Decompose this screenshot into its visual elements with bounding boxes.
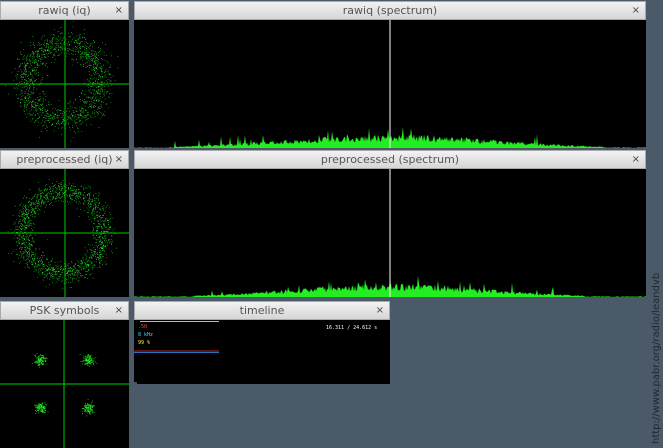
timeline-label-yellow: 99 %	[138, 340, 151, 346]
preprocessed-spectrum-titlebar[interactable]: preprocessed (spectrum) ×	[134, 150, 646, 169]
iq-constellation-plot	[0, 20, 129, 148]
timeline-label-red: .50	[138, 324, 148, 330]
timeline-titlebar[interactable]: timeline ×	[134, 301, 390, 320]
preprocessed-spectrum-window: preprocessed (spectrum) ×	[134, 150, 646, 297]
window-title: preprocessed (spectrum)	[320, 153, 460, 166]
rawiq-iq-titlebar[interactable]: rawiq (iq) ×	[0, 1, 129, 20]
rawiq-spectrum-window: rawiq (spectrum) ×	[134, 1, 646, 148]
timeline-window: timeline × 16.311 / 24.612 s .50 8 kHz 9…	[134, 301, 390, 384]
close-icon[interactable]: ×	[632, 2, 640, 19]
close-icon[interactable]: ×	[376, 302, 384, 319]
window-title: timeline	[239, 304, 285, 317]
timeline-plot: 16.311 / 24.612 s .50 8 kHz 99 %	[134, 320, 390, 384]
rawiq-spectrum-titlebar[interactable]: rawiq (spectrum) ×	[134, 1, 646, 20]
close-icon[interactable]: ×	[115, 151, 123, 168]
spectrum-plot	[134, 169, 646, 297]
close-icon[interactable]: ×	[115, 302, 123, 319]
watermark-url: http://www.pabr.org/radio/leandvb	[651, 272, 662, 444]
psk-symbols-window: PSK symbols ×	[0, 301, 129, 448]
iq-constellation-plot	[0, 169, 129, 297]
psk-symbol-clusters	[31, 353, 98, 417]
time-readout: 16.311 / 24.612 s	[326, 325, 378, 331]
window-title: PSK symbols	[29, 304, 100, 317]
rawiq-iq-window: rawiq (iq) ×	[0, 1, 129, 148]
spectrum-plot	[134, 20, 646, 148]
close-icon[interactable]: ×	[115, 2, 123, 19]
preprocessed-iq-window: preprocessed (iq) ×	[0, 150, 129, 297]
window-title: preprocessed (iq)	[16, 153, 113, 166]
psk-symbols-titlebar[interactable]: PSK symbols ×	[0, 301, 129, 320]
iq-sample-cloud	[7, 179, 117, 289]
preprocessed-iq-titlebar[interactable]: preprocessed (iq) ×	[0, 150, 129, 169]
window-title: rawiq (iq)	[38, 4, 91, 17]
close-icon[interactable]: ×	[632, 151, 640, 168]
window-title: rawiq (spectrum)	[342, 4, 438, 17]
psk-constellation-plot	[0, 320, 129, 448]
timeline-label-cyan: 8 kHz	[138, 332, 154, 338]
iq-sample-cloud	[5, 21, 119, 142]
